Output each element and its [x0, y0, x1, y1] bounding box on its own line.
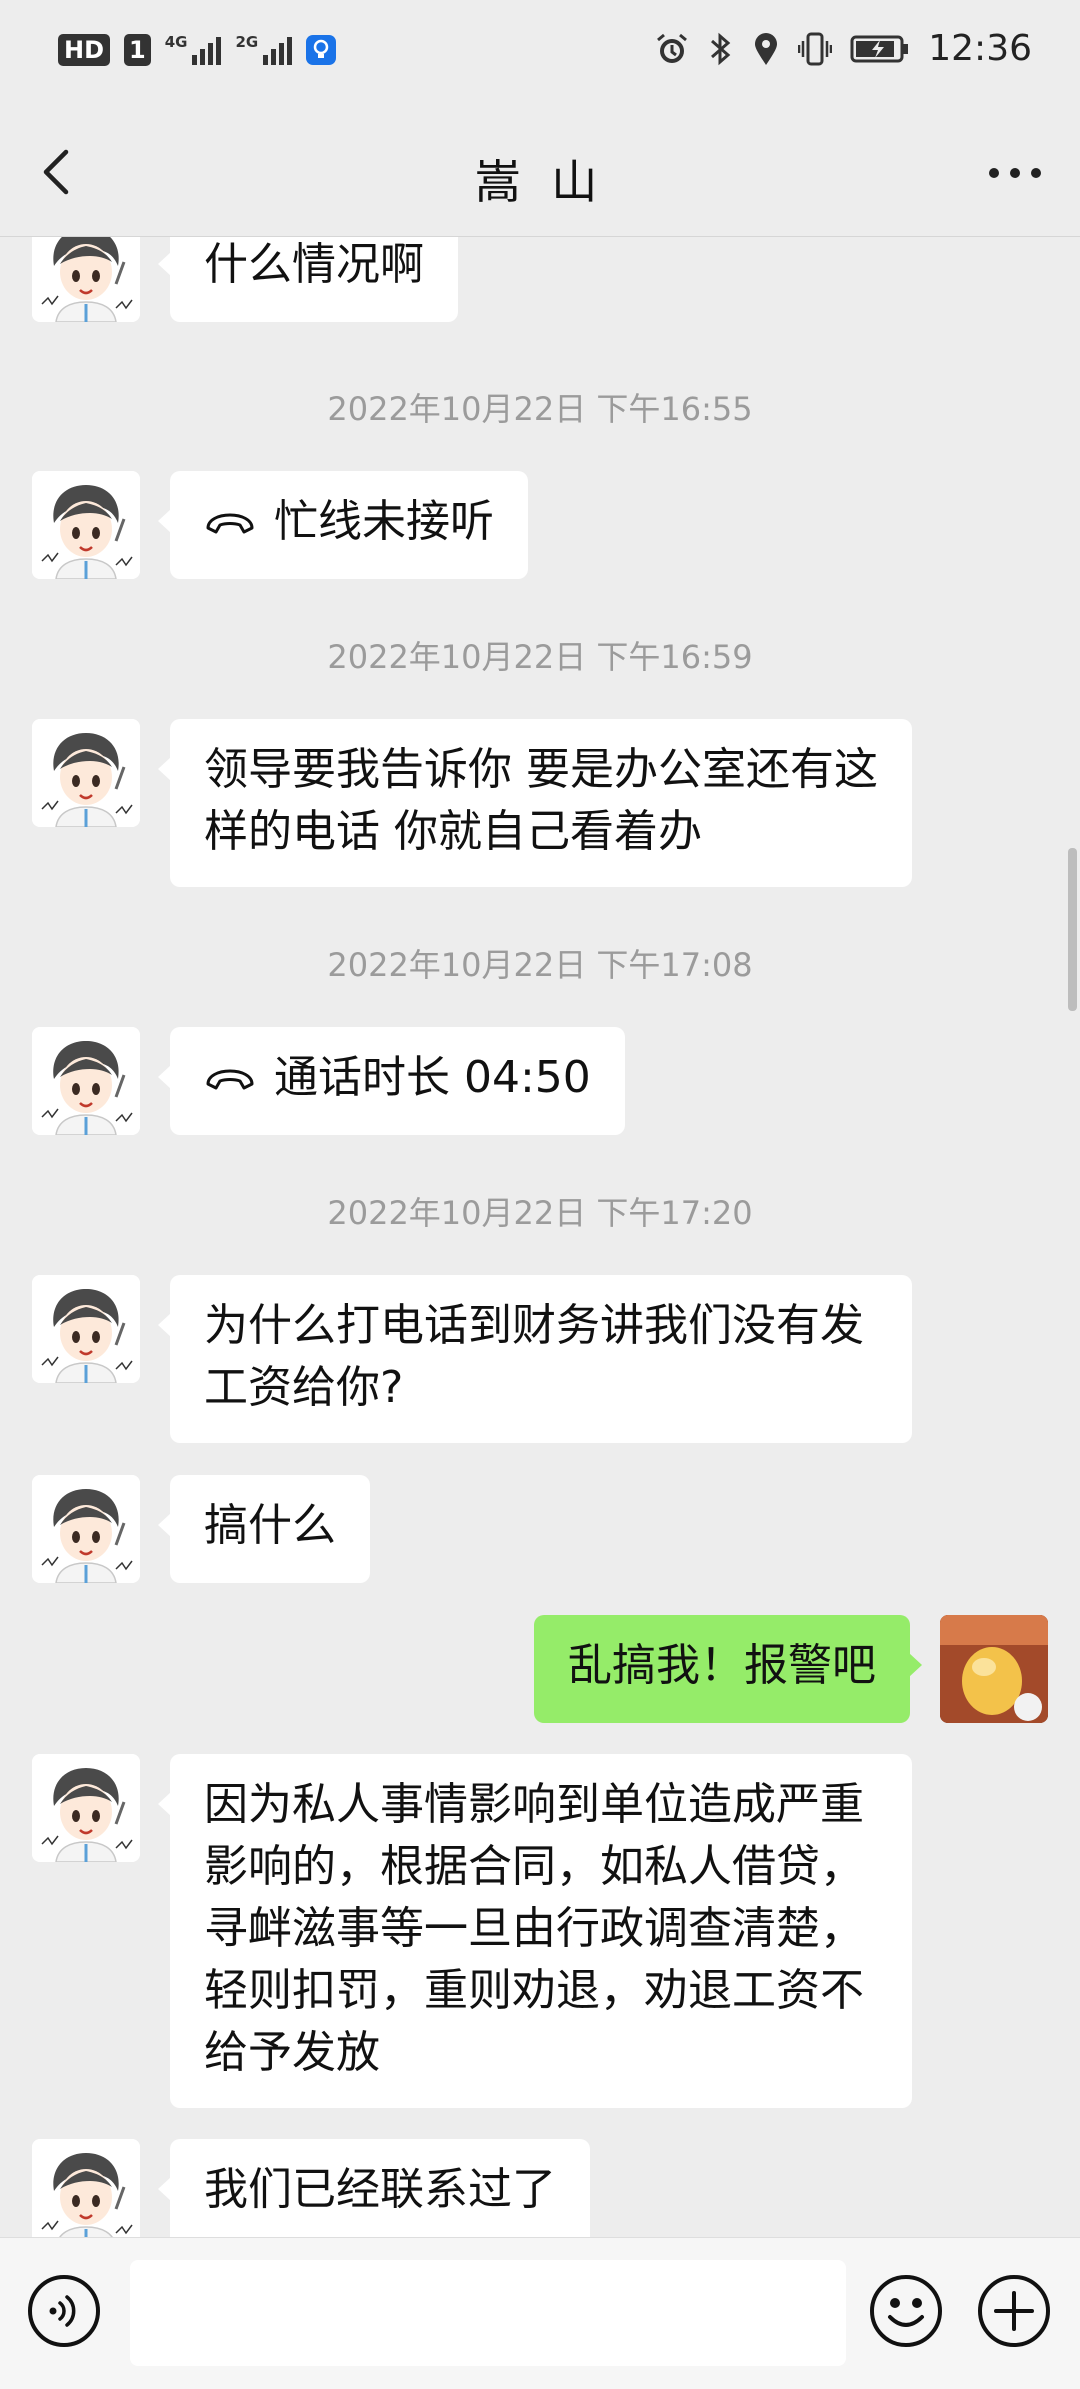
message-row: 搞什么 [0, 1475, 1080, 1583]
lightbulb-icon [306, 35, 337, 65]
timestamp: 2022年10月22日 下午17:20 [327, 1194, 753, 1232]
emoji-icon[interactable] [868, 2273, 944, 2349]
scrollbar[interactable] [1068, 848, 1077, 1011]
message-row: 我们已经联系过了 [0, 2139, 1080, 2237]
contact-avatar[interactable] [32, 1754, 140, 1862]
message-bubble[interactable]: 因为私人事情影响到单位造成严重影响的，根据合同，如私人借贷，寻衅滋事等一旦由行政… [158, 1754, 912, 2108]
contact-avatar[interactable] [32, 1027, 140, 1135]
signal-2g-icon: 2G [235, 35, 293, 65]
user-avatar[interactable] [940, 1615, 1048, 1723]
status-left: HD 1 4G 2G [58, 34, 337, 66]
timestamp: 2022年10月22日 下午17:08 [327, 946, 753, 984]
contact-avatar[interactable] [32, 719, 140, 827]
signal-4g-icon: 4G [165, 35, 222, 65]
call-record-bubble[interactable]: 通话时长 04:50 [158, 1027, 625, 1135]
message-row: 忙线未接听 [0, 471, 1080, 579]
message-bubble[interactable]: 什么情况啊 [158, 237, 458, 322]
contact-avatar[interactable] [32, 471, 140, 579]
message-row: 因为私人事情影响到单位造成严重影响的，根据合同，如私人借贷，寻衅滋事等一旦由行政… [0, 1754, 1080, 2108]
chat-title: 嵩 山 [474, 155, 606, 209]
voice-icon[interactable] [26, 2273, 102, 2349]
contact-avatar[interactable] [32, 1475, 140, 1583]
more-button[interactable] [980, 148, 1050, 198]
bluetooth-icon [711, 32, 731, 65]
battery-icon [850, 35, 909, 62]
status-right: 12:36 [654, 28, 1032, 69]
message-row: 通话时长 04:50 [0, 1027, 1080, 1135]
hd-badge: HD [58, 34, 111, 66]
phone-hangup-icon [206, 1069, 254, 1090]
status-bar: HD 1 4G 2G 12:36 [0, 0, 1080, 108]
chat-header: 嵩 山 [0, 108, 1080, 237]
message-row: 为什么打电话到财务讲我们没有发工资给你? [0, 1275, 1080, 1445]
call-status-text: 忙线未接听 [274, 496, 494, 547]
message-bubble[interactable]: 为什么打电话到财务讲我们没有发工资给你? [158, 1275, 912, 1443]
vibrate-icon [798, 32, 833, 65]
message-row-sent: 乱搞我！报警吧 [0, 1615, 1080, 1723]
input-bar [0, 2237, 1080, 2389]
message-bubble[interactable]: 我们已经联系过了 [158, 2139, 590, 2237]
phone-hangup-icon [206, 513, 254, 534]
plus-icon[interactable] [976, 2273, 1052, 2349]
message-input[interactable] [130, 2260, 846, 2366]
status-time: 12:36 [928, 28, 1032, 69]
timestamp: 2022年10月22日 下午16:55 [327, 390, 753, 428]
location-icon [755, 32, 778, 65]
sim-badge: 1 [124, 34, 151, 66]
contact-avatar[interactable] [32, 2139, 140, 2237]
message-bubble[interactable]: 领导要我告诉你 要是办公室还有这样的电话 你就自己看着办 [158, 719, 912, 887]
chat-message-list[interactable]: 什么情况啊 2022年10月22日 下午16:55 忙线未接听 2022年10月… [0, 237, 1080, 2237]
message-row: 领导要我告诉你 要是办公室还有这样的电话 你就自己看着办 [0, 719, 1080, 889]
message-row: 什么情况啊 [0, 237, 1080, 332]
alarm-icon [657, 33, 688, 63]
call-record-bubble[interactable]: 忙线未接听 [158, 471, 528, 579]
contact-avatar[interactable] [32, 237, 140, 322]
user-avatar-image [940, 1615, 1048, 1723]
timestamp: 2022年10月22日 下午16:59 [327, 638, 753, 676]
contact-avatar[interactable] [32, 1275, 140, 1383]
call-duration-text: 通话时长 04:50 [274, 1052, 591, 1103]
sent-message-bubble[interactable]: 乱搞我！报警吧 [534, 1615, 922, 1723]
message-bubble[interactable]: 搞什么 [158, 1475, 370, 1583]
